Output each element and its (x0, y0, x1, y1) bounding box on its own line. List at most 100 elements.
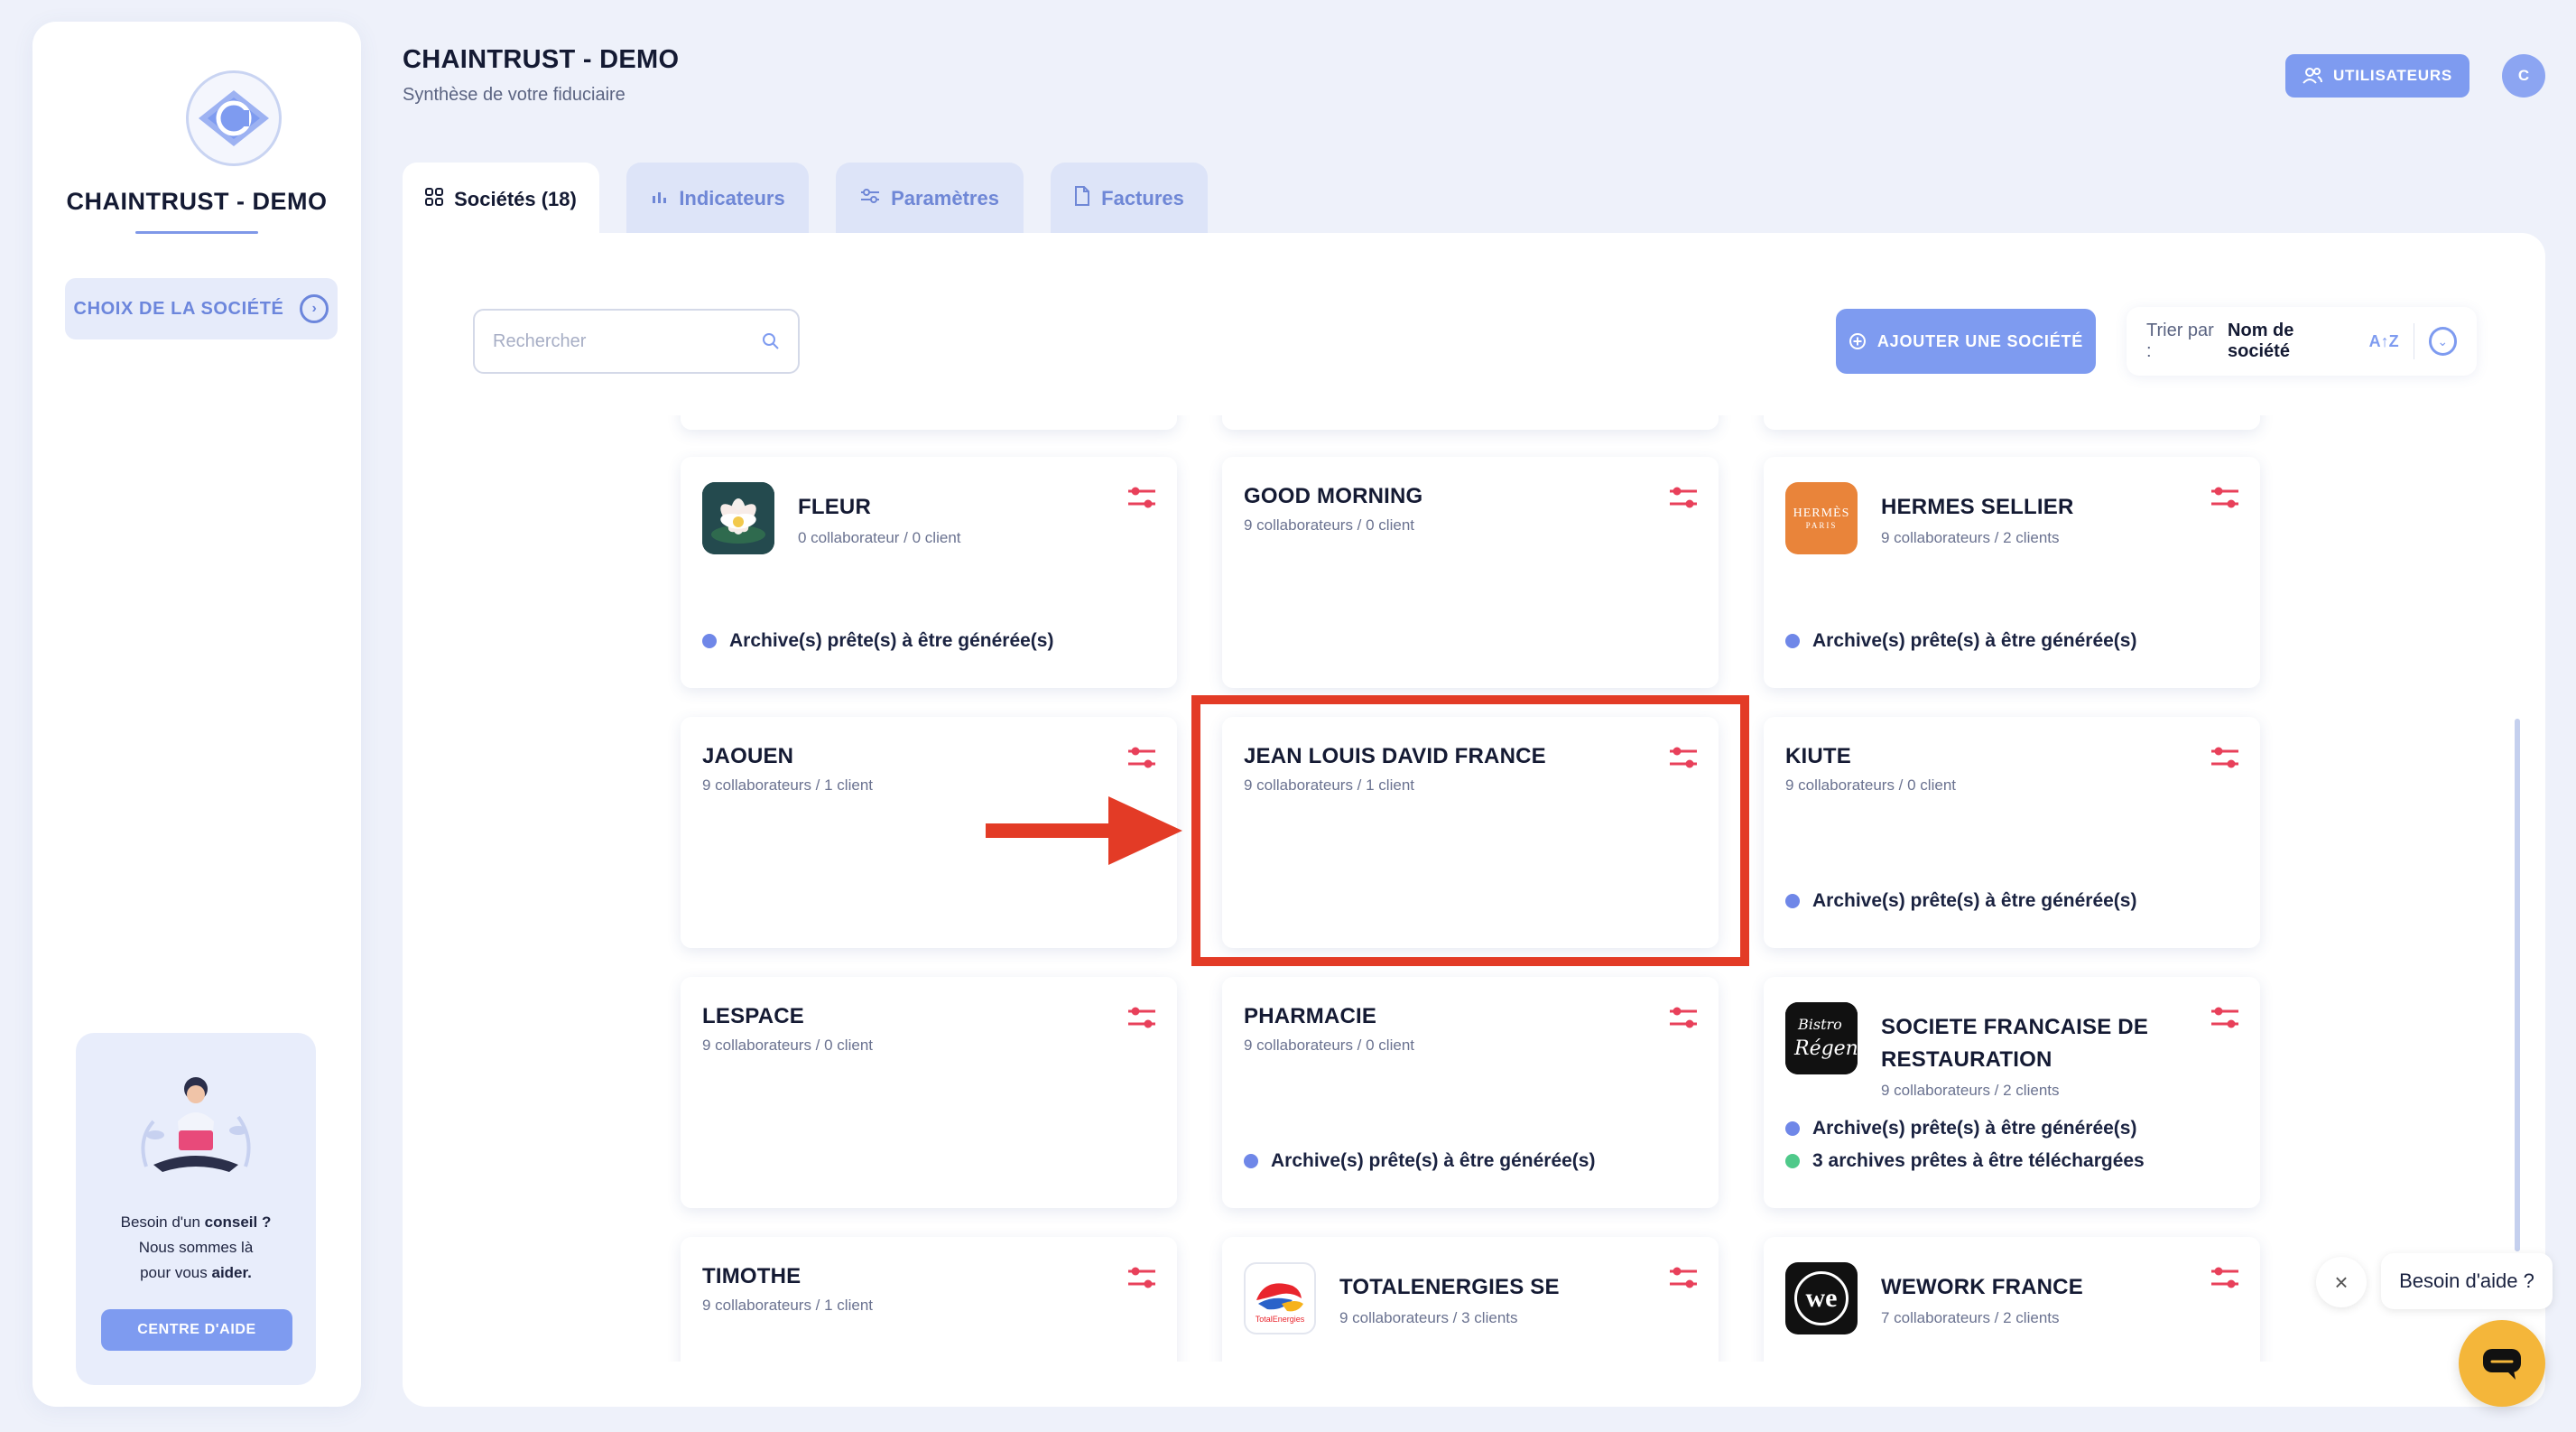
company-meta: 9 collaborateurs / 0 client (702, 1037, 873, 1054)
company-card-totalenergies-se[interactable]: TotalEnergies TOTALENERGIES SE 9 collabo… (1222, 1237, 1719, 1362)
chat-button[interactable] (2459, 1320, 2545, 1407)
status-line: 3 archives prêtes à être téléchargées (1785, 1150, 2145, 1172)
close-icon[interactable]: × (2316, 1257, 2367, 1307)
avatar[interactable]: C (2502, 54, 2545, 98)
search-box[interactable] (473, 309, 800, 374)
company-card-lespace[interactable]: LESPACE 9 collaborateurs / 0 client (681, 977, 1177, 1208)
company-name: FLEUR (798, 495, 871, 519)
company-card-partial[interactable] (1764, 415, 2260, 430)
settings-sliders-icon[interactable] (1668, 1004, 1699, 1031)
meditation-illustration-icon (141, 1077, 251, 1172)
help-center-button[interactable]: CENTRE D'AIDE (101, 1309, 292, 1351)
status-dot-blue (1785, 894, 1800, 908)
chevron-down-icon[interactable]: ⌄ (2428, 327, 2457, 356)
settings-sliders-icon[interactable] (1668, 1264, 1699, 1291)
company-meta: 9 collaborateurs / 3 clients (1339, 1309, 1518, 1326)
firm-name: CHAINTRUST - DEMO (66, 188, 328, 215)
scrollbar-thumb[interactable] (2515, 719, 2520, 1251)
tab-label: Paramètres (891, 187, 999, 209)
company-meta: 9 collaborateurs / 1 client (1244, 776, 1414, 794)
company-name: HERMES SELLIER (1881, 495, 2074, 519)
help-text: Besoin d'un conseil ? Nous sommes là pou… (120, 1213, 272, 1281)
company-name: PHARMACIE (1244, 1004, 1377, 1028)
status-line: Archive(s) prête(s) à être générée(s) (1785, 1118, 2136, 1139)
add-company-label: AJOUTER UNE SOCIÉTÉ (1876, 331, 2084, 350)
settings-sliders-icon[interactable] (2210, 744, 2240, 771)
company-meta: 9 collaborateurs / 2 clients (1881, 1082, 2060, 1099)
status-dot-blue (702, 634, 717, 648)
svg-text:Bistro: Bistro (1797, 1016, 1842, 1033)
company-card-timothe[interactable]: TIMOTHE 9 collaborateurs / 1 client (681, 1237, 1177, 1362)
sort-az-icon[interactable]: A↑Z (2369, 332, 2399, 351)
company-card-good-morning[interactable]: GOOD MORNING 9 collaborateurs / 0 client (1222, 457, 1719, 688)
settings-sliders-icon[interactable] (1126, 1264, 1157, 1291)
sliders-icon (860, 188, 880, 209)
company-meta: 9 collaborateurs / 2 clients (1881, 529, 2060, 546)
chat-icon (2483, 1349, 2521, 1380)
svg-text:TotalEnergies: TotalEnergies (1256, 1315, 1305, 1324)
users-button[interactable]: UTILISATEURS (2285, 54, 2469, 98)
companies-grid: FLEUR 0 collaborateur / 0 client Archive… (668, 415, 2293, 1362)
company-name: TOTALENERGIES SE (1339, 1275, 1560, 1299)
company-card-hermes-sellier[interactable]: HERMÈS PARIS HERMES SELLIER 9 collaborat… (1764, 457, 2260, 688)
settings-sliders-icon[interactable] (1126, 484, 1157, 511)
users-button-label: UTILISATEURS (2332, 67, 2453, 84)
company-card-kiute[interactable]: KIUTE 9 collaborateurs / 0 client Archiv… (1764, 717, 2260, 948)
company-card-partial[interactable] (681, 415, 1177, 430)
title-underline (135, 231, 258, 234)
company-name: LESPACE (702, 1004, 804, 1028)
tab-factures[interactable]: Factures (1051, 163, 1208, 235)
company-card-partial[interactable] (1222, 415, 1719, 430)
sort-value: Nom de société (2228, 321, 2294, 361)
bistro-logo: Bistro Régent (1785, 1002, 1858, 1074)
settings-sliders-icon[interactable] (1668, 484, 1699, 511)
company-meta: 9 collaborateurs / 0 client (1244, 516, 1414, 534)
company-meta: 9 collaborateurs / 0 client (1785, 776, 1956, 794)
company-meta: 0 collaborateur / 0 client (798, 529, 961, 546)
company-name: TIMOTHE (702, 1264, 802, 1288)
settings-sliders-icon[interactable] (2210, 1004, 2240, 1031)
company-name: SOCIETE FRANCAISE DE RESTAURATION (1881, 1015, 2149, 1072)
company-meta: 9 collaborateurs / 0 client (1244, 1037, 1414, 1054)
fleur-logo (702, 482, 774, 554)
sidebar: CHAINTRUST - DEMO CHOIX DE LA SOCIÉTÉ › … (32, 22, 361, 1407)
svg-text:Régent: Régent (1793, 1037, 1858, 1060)
tab-label: Factures (1101, 187, 1184, 209)
page-subtitle: Synthèse de votre fiduciaire (403, 85, 625, 105)
page-title: CHAINTRUST - DEMO (403, 45, 680, 74)
company-card-jean-louis-david-france[interactable]: JEAN LOUIS DAVID FRANCE 9 collaborateurs… (1222, 717, 1719, 948)
sort-control[interactable]: Trier par : Nom de société A↑Z ⌄ (2127, 307, 2477, 376)
document-icon (1074, 186, 1090, 211)
status-line: Archive(s) prête(s) à être générée(s) (1785, 890, 2136, 912)
status-line: Archive(s) prête(s) à être générée(s) (1244, 1150, 1595, 1172)
company-card-societe-francaise-de-restauration[interactable]: Bistro Régent SOCIETE FRANCAISE DE RESTA… (1764, 977, 2260, 1208)
settings-sliders-icon[interactable] (1126, 744, 1157, 771)
choose-company-label: CHOIX DE LA SOCIÉTÉ (73, 298, 284, 319)
choose-company-button[interactable]: CHOIX DE LA SOCIÉTÉ › (65, 278, 338, 339)
status-line: Archive(s) prête(s) à être générée(s) (1785, 630, 2136, 652)
company-card-wework-france[interactable]: we WEWORK FRANCE 7 collaborateurs / 2 cl… (1764, 1237, 2260, 1362)
tab-label: Indicateurs (679, 187, 785, 209)
company-card-pharmacie[interactable]: PHARMACIE 9 collaborateurs / 0 client Ar… (1222, 977, 1719, 1208)
plus-circle-icon (1849, 333, 1866, 349)
help-card: Besoin d'un conseil ? Nous sommes là pou… (76, 1033, 316, 1385)
sort-label: Trier par : (2146, 321, 2214, 361)
tab-indicateurs[interactable]: Indicateurs (626, 163, 809, 235)
chaintrust-logo (186, 70, 282, 166)
chat-prompt[interactable]: Besoin d'aide ? (2381, 1253, 2553, 1309)
bar-chart-icon (650, 187, 668, 210)
tab-societes[interactable]: Sociétés (18) (403, 163, 599, 237)
settings-sliders-icon[interactable] (1668, 744, 1699, 771)
status-line: Archive(s) prête(s) à être générée(s) (702, 630, 1053, 652)
company-card-fleur[interactable]: FLEUR 0 collaborateur / 0 client Archive… (681, 457, 1177, 688)
status-dot-green (1785, 1154, 1800, 1168)
search-input[interactable] (493, 330, 746, 352)
company-meta: 9 collaborateurs / 1 client (702, 776, 873, 794)
wework-logo: we (1785, 1262, 1858, 1334)
add-company-button[interactable]: AJOUTER UNE SOCIÉTÉ (1836, 309, 2096, 374)
settings-sliders-icon[interactable] (2210, 1264, 2240, 1291)
tab-label: Sociétés (18) (454, 188, 577, 210)
settings-sliders-icon[interactable] (1126, 1004, 1157, 1031)
tab-parametres[interactable]: Paramètres (836, 163, 1024, 235)
settings-sliders-icon[interactable] (2210, 484, 2240, 511)
